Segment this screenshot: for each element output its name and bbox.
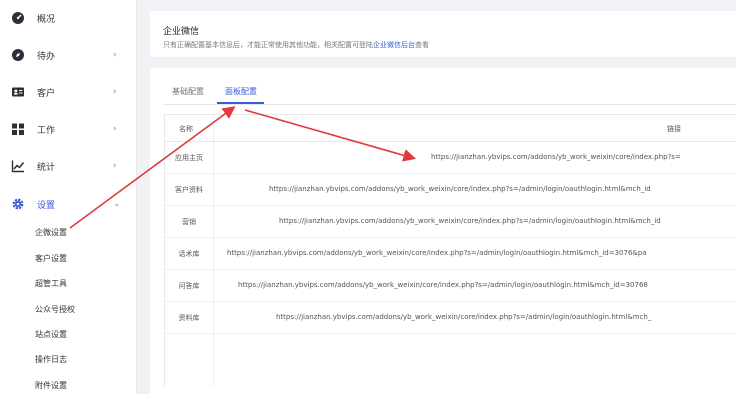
row-link[interactable]: https://jianzhan.ybvips.com/addons/yb_wo…: [269, 185, 651, 193]
chevron-down-icon: ⌄: [113, 199, 121, 209]
wecom-info-card: 企业微信 只有正确配置基本信息后，才能正常使用其他功能，相关配置可登陆企业微信后…: [150, 11, 736, 57]
sidebar-item-todo[interactable]: 待办 ›: [0, 40, 137, 70]
wecom-admin-link[interactable]: 企业微信后台: [373, 41, 415, 49]
sidebar-subitem-operation-log[interactable]: 操作日志: [35, 354, 67, 365]
panel-links-table: 名称 链接 应用主页 https://jianzhan.ybvips.com/a…: [164, 114, 736, 387]
sidebar-item-label: 待办: [37, 51, 56, 62]
config-card: 基础配置 面板配置 名称 链接 应用主页 https://jianzhan.yb…: [150, 68, 736, 394]
sidebar-item-label: 概况: [37, 14, 56, 25]
row-link[interactable]: https://jianzhan.ybvips.com/addons/yb_wo…: [276, 313, 651, 321]
row-name: 话术库: [178, 250, 200, 258]
row-name: 资料库: [178, 314, 200, 322]
page-title: 企业微信: [163, 27, 200, 37]
table-header: 名称 链接: [165, 115, 736, 142]
grid-icon: [11, 122, 25, 136]
sidebar: 概况 待办 › 客户 › 工作 › 统计 › 设置 ⌄ 企微设置 客户设置 超管…: [0, 0, 137, 394]
chevron-right-icon: ›: [113, 124, 117, 134]
sidebar-item-settings[interactable]: 设置 ⌄: [0, 189, 137, 219]
row-link[interactable]: https://jianzhan.ybvips.com/addons/yb_wo…: [279, 217, 661, 225]
sidebar-subitem-customer-settings[interactable]: 客户设置: [35, 253, 67, 264]
tab-panel-config[interactable]: 面板配置: [225, 86, 257, 97]
table-row: 话术库 https://jianzhan.ybvips.com/addons/y…: [165, 238, 736, 270]
description-text: 只有正确配置基本信息后，才能正常使用其他功能，相关配置可登陆: [163, 41, 373, 49]
sidebar-item-label: 统计: [37, 162, 56, 173]
sidebar-item-label: 客户: [37, 88, 56, 99]
sidebar-item-label: 工作: [37, 125, 56, 136]
contact-card-icon: [11, 85, 25, 99]
chevron-right-icon: ›: [113, 161, 117, 171]
row-name: 应用主页: [175, 154, 203, 162]
compass-icon: [11, 48, 25, 62]
sidebar-subitem-admin-tools[interactable]: 超管工具: [35, 278, 67, 289]
table-row: 问答库 https://jianzhan.ybvips.com/addons/y…: [165, 270, 736, 302]
chevron-right-icon: ›: [113, 50, 117, 60]
gear-icon: [11, 197, 25, 211]
page-description: 只有正确配置基本信息后，才能正常使用其他功能，相关配置可登陆企业微信后台查看: [163, 40, 429, 50]
sidebar-item-stats[interactable]: 统计 ›: [0, 151, 137, 181]
sidebar-subitem-attachment-settings[interactable]: 附件设置: [35, 380, 67, 391]
sidebar-item-work[interactable]: 工作 ›: [0, 114, 137, 144]
table-row: 客户资料 https://jianzhan.ybvips.com/addons/…: [165, 174, 736, 206]
tab-basic-config[interactable]: 基础配置: [172, 86, 204, 97]
sidebar-subitem-site-settings[interactable]: 站点设置: [35, 329, 67, 340]
sidebar-subitem-wecom-settings[interactable]: 企微设置: [35, 227, 67, 238]
row-name: 客户资料: [175, 186, 203, 194]
sidebar-item-label: 设置: [37, 200, 56, 211]
row-name: 营销: [182, 218, 196, 226]
sidebar-subitem-official-account-auth[interactable]: 公众号授权: [35, 304, 75, 315]
row-link[interactable]: https://jianzhan.ybvips.com/addons/yb_wo…: [431, 153, 681, 161]
column-header-name: 名称: [179, 125, 193, 133]
chevron-right-icon: ›: [113, 87, 117, 97]
description-suffix: 查看: [415, 41, 429, 49]
table-row: 资料库 https://jianzhan.ybvips.com/addons/y…: [165, 302, 736, 334]
row-link[interactable]: https://jianzhan.ybvips.com/addons/yb_wo…: [238, 281, 648, 289]
column-header-link: 链接: [667, 125, 681, 133]
row-name: 问答库: [178, 282, 200, 290]
table-row: 应用主页 https://jianzhan.ybvips.com/addons/…: [165, 142, 736, 174]
table-row: 营销 https://jianzhan.ybvips.com/addons/yb…: [165, 206, 736, 238]
sidebar-item-customer[interactable]: 客户 ›: [0, 77, 137, 107]
dashboard-icon: [11, 11, 25, 25]
tab-divider: [163, 104, 736, 105]
line-chart-icon: [11, 159, 25, 173]
row-link[interactable]: https://jianzhan.ybvips.com/addons/yb_wo…: [227, 249, 647, 257]
sidebar-item-overview[interactable]: 概况: [0, 3, 137, 33]
